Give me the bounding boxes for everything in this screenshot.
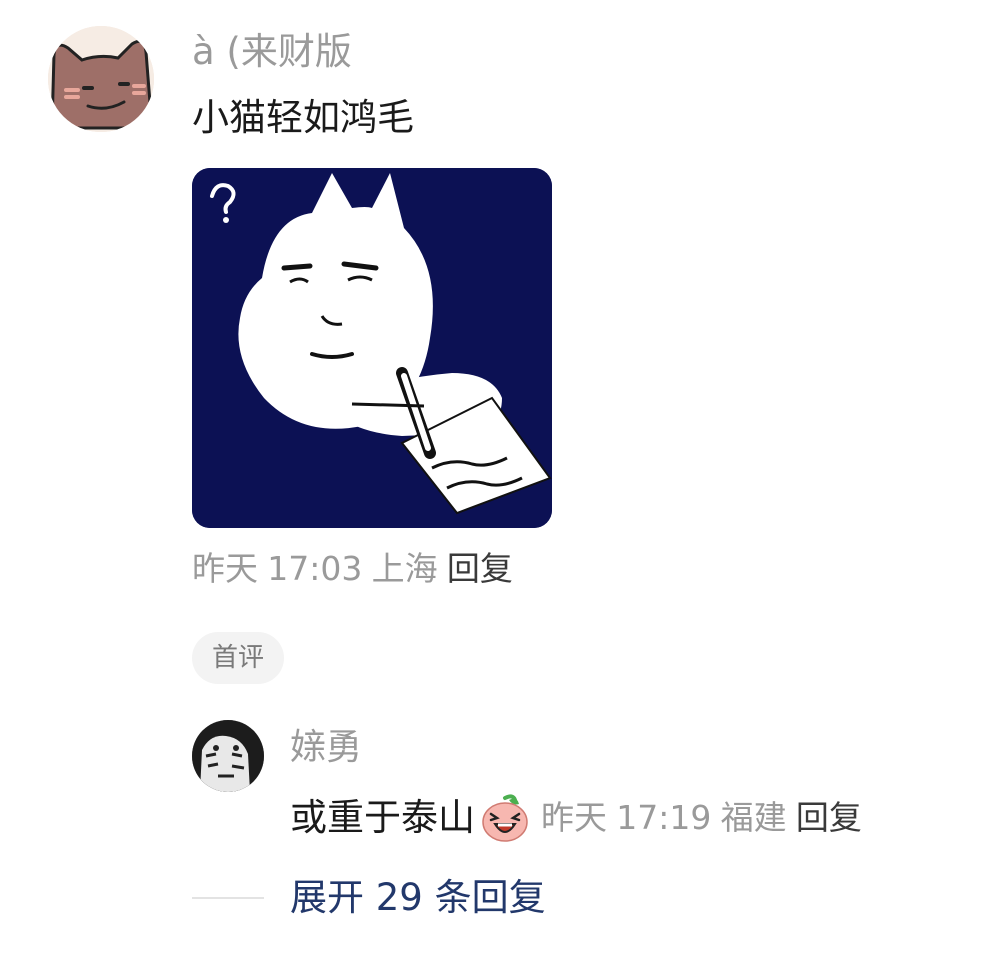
first-comment-badge: 首评 — [192, 632, 285, 684]
reply-time: 17:19 — [616, 798, 712, 837]
reply-avatar[interactable] — [192, 720, 264, 792]
avatar[interactable] — [48, 26, 154, 132]
expand-replies-button[interactable]: 展开 29 条回复 — [290, 874, 546, 922]
tiger-avatar-icon — [192, 720, 264, 792]
comment-sticker-image[interactable] — [192, 168, 552, 528]
comment-location: 上海 — [371, 549, 438, 588]
expand-divider — [192, 897, 264, 899]
reply-username[interactable]: 媇勇 — [290, 724, 362, 772]
reply-date: 昨天 — [541, 798, 607, 837]
cat-writing-sticker — [192, 168, 552, 528]
comment-meta: 昨天 17:03 上海 回复 — [192, 546, 522, 592]
reply-text: 或重于泰山 — [290, 796, 475, 839]
reply-reply-button[interactable]: 回复 — [796, 798, 862, 837]
laughing-peach-emoji-icon — [482, 794, 528, 842]
reply-location: 福建 — [720, 798, 787, 837]
cat-avatar-icon — [48, 26, 154, 132]
comment-text: 小猫轻如鸿毛 — [192, 96, 414, 139]
comment-username[interactable]: à (来财版 — [192, 28, 352, 76]
reply-meta: 昨天 17:19 福建 回复 — [541, 795, 871, 841]
reply-content-row: 或重于泰山 昨天 17:19 福建 回复 — [290, 790, 871, 846]
comment-date: 昨天 — [192, 549, 258, 588]
reply-button[interactable]: 回复 — [447, 549, 513, 588]
comment-time: 17:03 — [267, 549, 363, 588]
